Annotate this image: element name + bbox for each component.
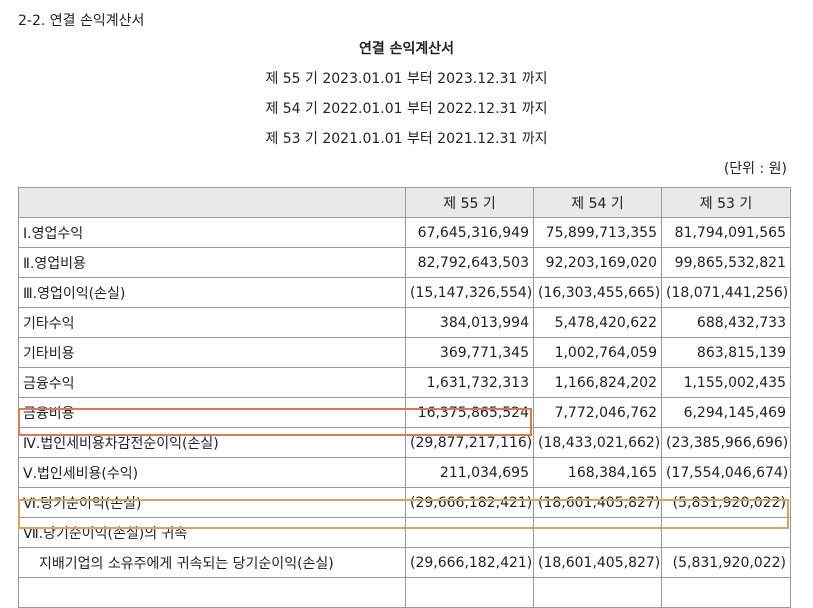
value-55: 82,792,643,503 [405, 247, 534, 278]
table-row: 기타비용 369,771,345 1,002,764,059 863,815,1… [18, 337, 791, 368]
table-row [18, 577, 791, 608]
value-55: (29,666,182,421) [405, 487, 534, 518]
row-label: Ⅴ.법인세비용(수익) [18, 457, 406, 488]
value-54: 92,203,169,020 [533, 247, 662, 278]
table-row: 기타수익 384,013,994 5,478,420,622 688,432,7… [18, 307, 791, 338]
value-54 [533, 517, 662, 548]
table-header-row: 제 55 기 제 54 기 제 53 기 [18, 187, 791, 218]
value-55: 16,375,865,524 [405, 397, 534, 428]
value-53: 99,865,532,821 [661, 247, 791, 278]
table-row: Ⅳ.법인세비용차감전순이익(손실) (29,877,217,116) (18,4… [18, 427, 791, 458]
value-54: (18,601,405,827) [533, 547, 662, 578]
value-55 [405, 517, 534, 548]
header-period-55: 제 55 기 [405, 187, 534, 218]
row-label: Ⅱ.영업비용 [18, 247, 406, 278]
value-53: (5,831,920,022) [661, 547, 791, 578]
header-item [18, 187, 406, 218]
value-55: 67,645,316,949 [405, 217, 534, 248]
value-53: (18,071,441,256) [661, 277, 791, 308]
value-53 [661, 517, 791, 548]
value-53 [661, 577, 791, 608]
table-row: 지배기업의 소유주에게 귀속되는 당기순이익(손실) (29,666,182,4… [18, 547, 791, 578]
value-54: 75,899,713,355 [533, 217, 662, 248]
value-53: (17,554,046,674) [661, 457, 791, 488]
value-54: (18,433,021,662) [533, 427, 662, 458]
value-54: 1,002,764,059 [533, 337, 662, 368]
section-title: 2-2. 연결 손익계산서 [18, 13, 145, 29]
value-55: 384,013,994 [405, 307, 534, 338]
value-53: (23,385,966,696) [661, 427, 791, 458]
value-54 [533, 577, 662, 608]
period-53: 제 53 기 2021.01.01 부터 2021.12.31 까지 [265, 131, 548, 147]
row-label: Ⅲ.영업이익(손실) [18, 277, 406, 308]
table-row: 금융비용 16,375,865,524 7,772,046,762 6,294,… [18, 397, 791, 428]
row-label: Ⅶ.당기순이익(손실)의 귀속 [18, 517, 406, 548]
table-row: 금융수익 1,631,732,313 1,166,824,202 1,155,0… [18, 367, 791, 398]
row-label: 금융수익 [18, 367, 406, 398]
table-row: Ⅲ.영업이익(손실) (15,147,326,554) (16,303,455,… [18, 277, 791, 308]
value-55: 1,631,732,313 [405, 367, 534, 398]
header-period-53: 제 53 기 [661, 187, 791, 218]
value-54: 1,166,824,202 [533, 367, 662, 398]
value-54: (16,303,455,665) [533, 277, 662, 308]
row-label: Ⅳ.법인세비용차감전순이익(손실) [18, 427, 406, 458]
table-row: Ⅶ.당기순이익(손실)의 귀속 [18, 517, 791, 548]
table-row: Ⅱ.영업비용 82,792,643,503 92,203,169,020 99,… [18, 247, 791, 278]
value-53: (5,831,920,022) [661, 487, 791, 518]
row-label: 기타비용 [18, 337, 406, 368]
value-54: 168,384,165 [533, 457, 662, 488]
table-row: Ⅵ.당기순이익(손실) (29,666,182,421) (18,601,405… [18, 487, 791, 518]
row-label: Ⅰ.영업수익 [18, 217, 406, 248]
value-55: (29,877,217,116) [405, 427, 534, 458]
period-55: 제 55 기 2023.01.01 부터 2023.12.31 까지 [265, 71, 548, 87]
value-55: 211,034,695 [405, 457, 534, 488]
unit-label: (단위 : 원) [723, 161, 787, 177]
value-54: 5,478,420,622 [533, 307, 662, 338]
row-label: 지배기업의 소유주에게 귀속되는 당기순이익(손실) [18, 547, 406, 578]
value-54: (18,601,405,827) [533, 487, 662, 518]
header-period-54: 제 54 기 [533, 187, 662, 218]
row-label: Ⅵ.당기순이익(손실) [18, 487, 406, 518]
row-label: 금융비용 [18, 397, 406, 428]
period-54: 제 54 기 2022.01.01 부터 2022.12.31 까지 [265, 101, 548, 117]
value-55 [405, 577, 534, 608]
value-53: 688,432,733 [661, 307, 791, 338]
document-title: 연결 손익계산서 [358, 41, 455, 57]
value-55: (15,147,326,554) [405, 277, 534, 308]
income-statement-table: 제 55 기 제 54 기 제 53 기 Ⅰ.영업수익 67,645,316,9… [18, 187, 791, 608]
row-label [18, 577, 406, 608]
value-55: 369,771,345 [405, 337, 534, 368]
value-55: (29,666,182,421) [405, 547, 534, 578]
table-row: Ⅰ.영업수익 67,645,316,949 75,899,713,355 81,… [18, 217, 791, 248]
table-row: Ⅴ.법인세비용(수익) 211,034,695 168,384,165 (17,… [18, 457, 791, 488]
value-53: 6,294,145,469 [661, 397, 791, 428]
value-53: 1,155,002,435 [661, 367, 791, 398]
value-53: 81,794,091,565 [661, 217, 791, 248]
value-53: 863,815,139 [661, 337, 791, 368]
value-54: 7,772,046,762 [533, 397, 662, 428]
row-label: 기타수익 [18, 307, 406, 338]
